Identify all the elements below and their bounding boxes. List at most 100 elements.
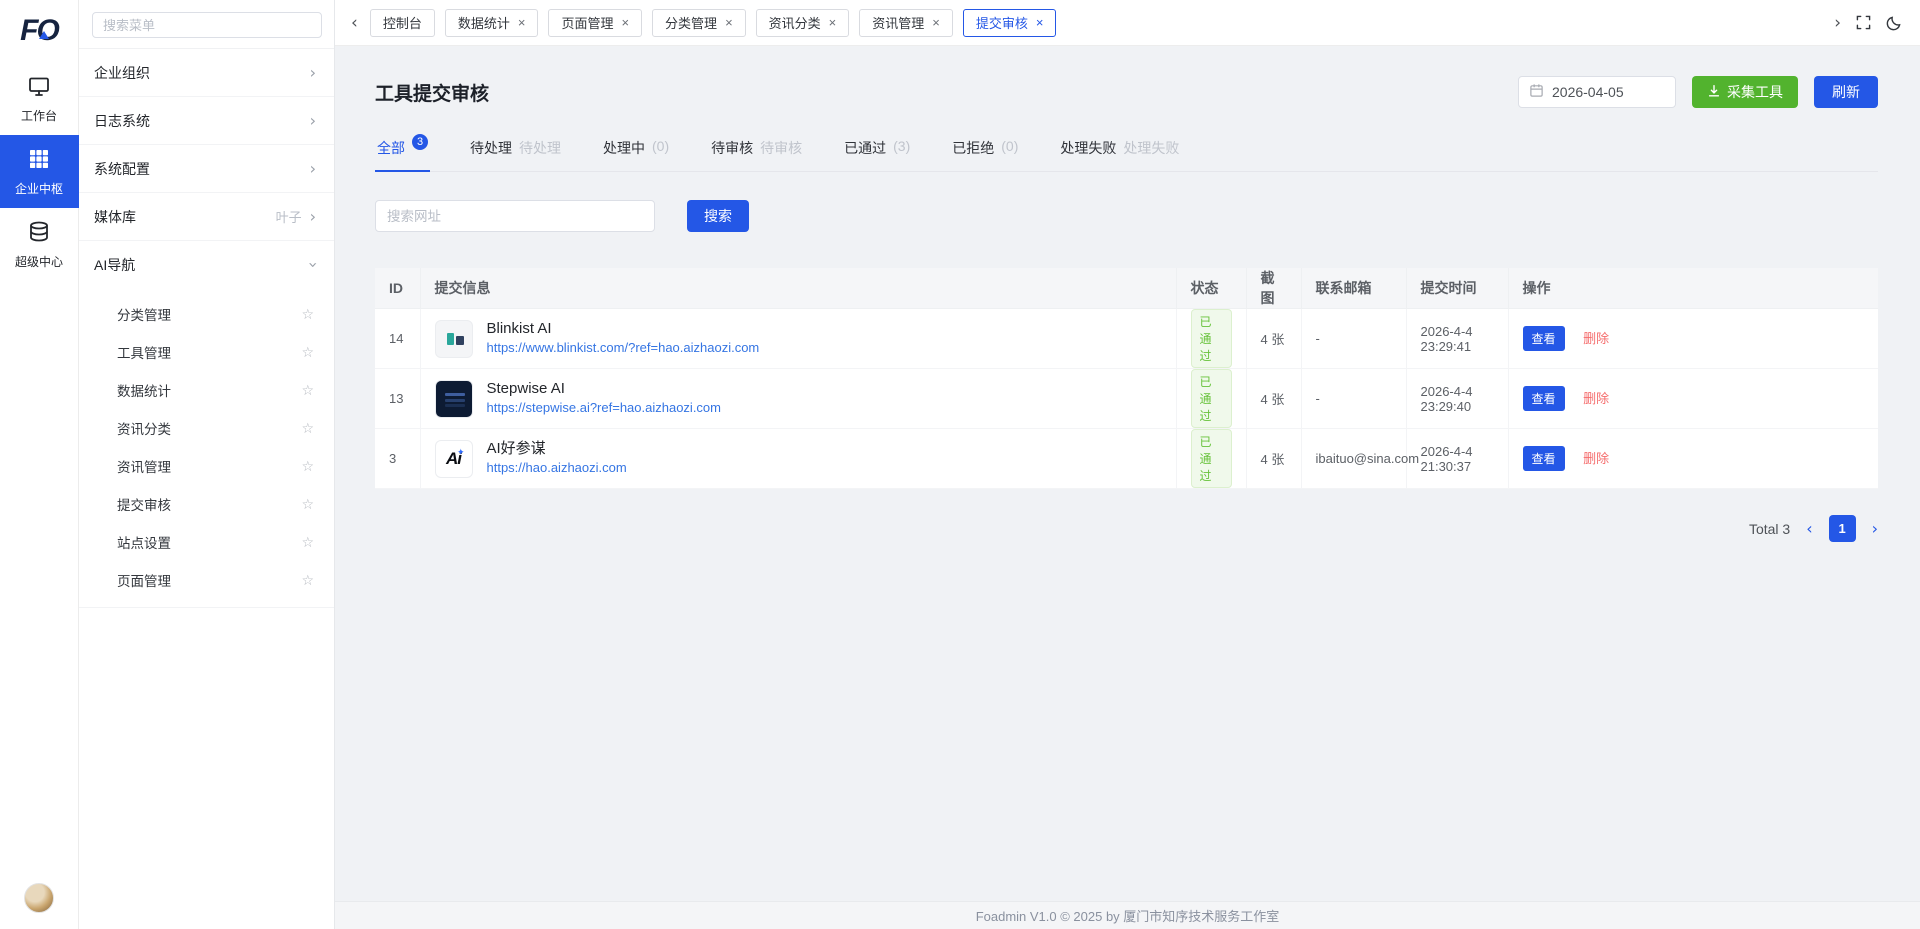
collect-tool-button[interactable]: 采集工具 xyxy=(1692,76,1798,108)
filter-sub-label: (0) xyxy=(652,138,669,154)
filter-sub-label: 处理失败 xyxy=(1123,138,1179,158)
menu-search-input[interactable] xyxy=(92,12,322,38)
tool-name: Stepwise AI xyxy=(487,380,722,399)
star-icon[interactable]: ☆ xyxy=(301,344,314,361)
close-icon[interactable]: × xyxy=(725,16,733,29)
view-button[interactable]: 查看 xyxy=(1523,446,1565,471)
sidebar-item-submission-review[interactable]: 提交审核☆ xyxy=(79,485,334,523)
star-icon[interactable]: ☆ xyxy=(301,420,314,437)
tool-url-link[interactable]: https://hao.aizhaozi.com xyxy=(487,459,627,477)
sidebar-item-page-mgmt[interactable]: 页面管理 ☆ xyxy=(79,561,334,599)
submenu-label: 页面管理 xyxy=(117,570,171,590)
view-button[interactable]: 查看 xyxy=(1523,326,1565,351)
tab-submission-review[interactable]: 提交审核× xyxy=(963,9,1057,37)
chevron-right-icon: › xyxy=(310,209,316,225)
user-avatar[interactable] xyxy=(24,883,54,913)
tab-page-mgmt[interactable]: 页面管理 × xyxy=(548,9,642,37)
rail-item-label: 超级中心 xyxy=(15,253,63,270)
rail-item-super-center[interactable]: 超级中心 xyxy=(0,208,79,281)
filter-tab-all[interactable]: 全部 3 xyxy=(375,138,430,171)
media-tag: 叶子 xyxy=(276,207,302,226)
delete-link[interactable]: 删除 xyxy=(1583,391,1609,406)
view-button[interactable]: 查看 xyxy=(1523,386,1565,411)
tab-news-category[interactable]: 资讯分类× xyxy=(756,9,850,37)
rail-item-enterprise-hub[interactable]: 企业中枢 xyxy=(0,135,79,208)
tab-label: 数据统计 xyxy=(458,13,510,32)
prev-page-icon[interactable]: ‹ xyxy=(1806,519,1812,538)
next-page-icon[interactable]: › xyxy=(1872,519,1878,538)
star-icon[interactable]: ☆ xyxy=(301,572,314,589)
tool-url-link[interactable]: https://stepwise.ai?ref=hao.aizhaozi.com xyxy=(487,399,722,417)
rail-item-workbench[interactable]: 工作台 xyxy=(0,62,79,135)
sidebar-search xyxy=(79,0,334,49)
calendar-icon xyxy=(1529,83,1544,101)
star-icon[interactable]: ☆ xyxy=(301,306,314,323)
search-button[interactable]: 搜索 xyxy=(687,200,749,232)
filter-sub-label: (3) xyxy=(893,138,910,154)
sidebar-item-site-settings[interactable]: 站点设置☆ xyxy=(79,523,334,561)
sidebar-group-system-config[interactable]: 系统配置 › xyxy=(79,145,334,193)
fullscreen-icon[interactable] xyxy=(1856,15,1871,30)
sidebar-group-logs[interactable]: 日志系统 › xyxy=(79,97,334,145)
rail-item-label: 企业中枢 xyxy=(15,180,63,197)
grid-icon xyxy=(27,147,51,174)
star-icon[interactable]: ☆ xyxy=(301,534,314,551)
page-number-button[interactable]: 1 xyxy=(1829,515,1856,542)
sidebar-item-category-mgmt[interactable]: 分类管理☆ xyxy=(79,295,334,333)
filter-tab-approved[interactable]: 已通过 (3) xyxy=(842,138,912,171)
tab-label: 页面管理 xyxy=(561,13,613,32)
delete-link[interactable]: 删除 xyxy=(1583,451,1609,466)
sidebar-group-ai-nav[interactable]: AI导航 › xyxy=(79,241,334,289)
star-icon[interactable]: ☆ xyxy=(301,458,314,475)
cell-screenshots: 4 张 xyxy=(1246,309,1301,369)
filter-tab-rejected[interactable]: 已拒绝 (0) xyxy=(950,138,1020,171)
sidebar-group-org[interactable]: 企业组织 › xyxy=(79,49,334,97)
tab-news-mgmt[interactable]: 资讯管理× xyxy=(859,9,953,37)
close-icon[interactable]: × xyxy=(932,16,940,29)
table-header-row: ID 提交信息 状态 截图 联系邮箱 提交时间 操作 xyxy=(375,268,1878,309)
table-row: 3 Ai ✦ AI好参谋 https://hao.aizhaozi.com xyxy=(375,429,1878,489)
cell-email: - xyxy=(1301,369,1406,429)
star-icon[interactable]: ☆ xyxy=(301,382,314,399)
tab-console[interactable]: 控制台 xyxy=(370,9,435,37)
sidebar-item-tool-mgmt[interactable]: 工具管理☆ xyxy=(79,333,334,371)
sidebar-group-media[interactable]: 媒体库 叶子 › xyxy=(79,193,334,241)
date-value: 2026-04-05 xyxy=(1552,84,1624,100)
close-icon[interactable]: × xyxy=(518,16,526,29)
sidebar-item-news-category[interactable]: 资讯分类☆ xyxy=(79,409,334,447)
cell-time: 2026-4-4 23:29:41 xyxy=(1406,309,1508,369)
filter-tab-awaiting-review[interactable]: 待审核 待审核 xyxy=(709,138,804,171)
filter-tab-pending[interactable]: 待处理 待处理 xyxy=(468,138,563,171)
cell-email: ibaituo@sina.com xyxy=(1301,429,1406,489)
dark-mode-moon-icon[interactable] xyxy=(1886,15,1902,31)
date-picker[interactable]: 2026-04-05 xyxy=(1518,76,1676,108)
tab-data-stats[interactable]: 数据统计 × xyxy=(445,9,539,37)
sidebar-group-label: AI导航 xyxy=(94,255,135,275)
close-icon[interactable]: × xyxy=(829,16,837,29)
star-icon[interactable]: ☆ xyxy=(301,496,314,513)
app-logo[interactable]: FO xyxy=(0,0,79,62)
sidebar-item-news-mgmt[interactable]: 资讯管理☆ xyxy=(79,447,334,485)
filter-tab-processing[interactable]: 处理中 (0) xyxy=(601,138,671,171)
chevron-right-icon: › xyxy=(310,65,316,81)
tabs-scroll-right-icon[interactable]: › xyxy=(1834,13,1841,33)
tabs-scroll-left-icon[interactable]: ‹ xyxy=(351,13,358,33)
url-search-input[interactable] xyxy=(375,200,655,232)
delete-link[interactable]: 删除 xyxy=(1583,331,1609,346)
tool-url-link[interactable]: https://www.blinkist.com/?ref=hao.aizhao… xyxy=(487,339,760,357)
filter-label: 全部 xyxy=(377,138,405,158)
cell-time: 2026-4-4 21:30:37 xyxy=(1406,429,1508,489)
close-icon[interactable]: × xyxy=(621,16,629,29)
tab-category-mgmt[interactable]: 分类管理× xyxy=(652,9,746,37)
sparkle-icon: ✦ xyxy=(457,447,465,458)
sidebar-group-label: 系统配置 xyxy=(94,159,150,179)
footer-text: Foadmin V1.0 © 2025 by 厦门市知序技术服务工作室 xyxy=(976,906,1280,925)
filter-tab-failed[interactable]: 处理失败 处理失败 xyxy=(1058,138,1181,171)
refresh-button[interactable]: 刷新 xyxy=(1814,76,1878,108)
close-icon[interactable]: × xyxy=(1036,16,1044,29)
sidebar-item-data-stats[interactable]: 数据统计☆ xyxy=(79,371,334,409)
status-badge: 已通过 xyxy=(1191,309,1232,368)
filter-label: 待审核 xyxy=(711,138,753,158)
header-actions: 2026-04-05 采集工具 刷新 xyxy=(1518,76,1878,108)
tool-thumbnail: Ai ✦ xyxy=(435,440,473,478)
